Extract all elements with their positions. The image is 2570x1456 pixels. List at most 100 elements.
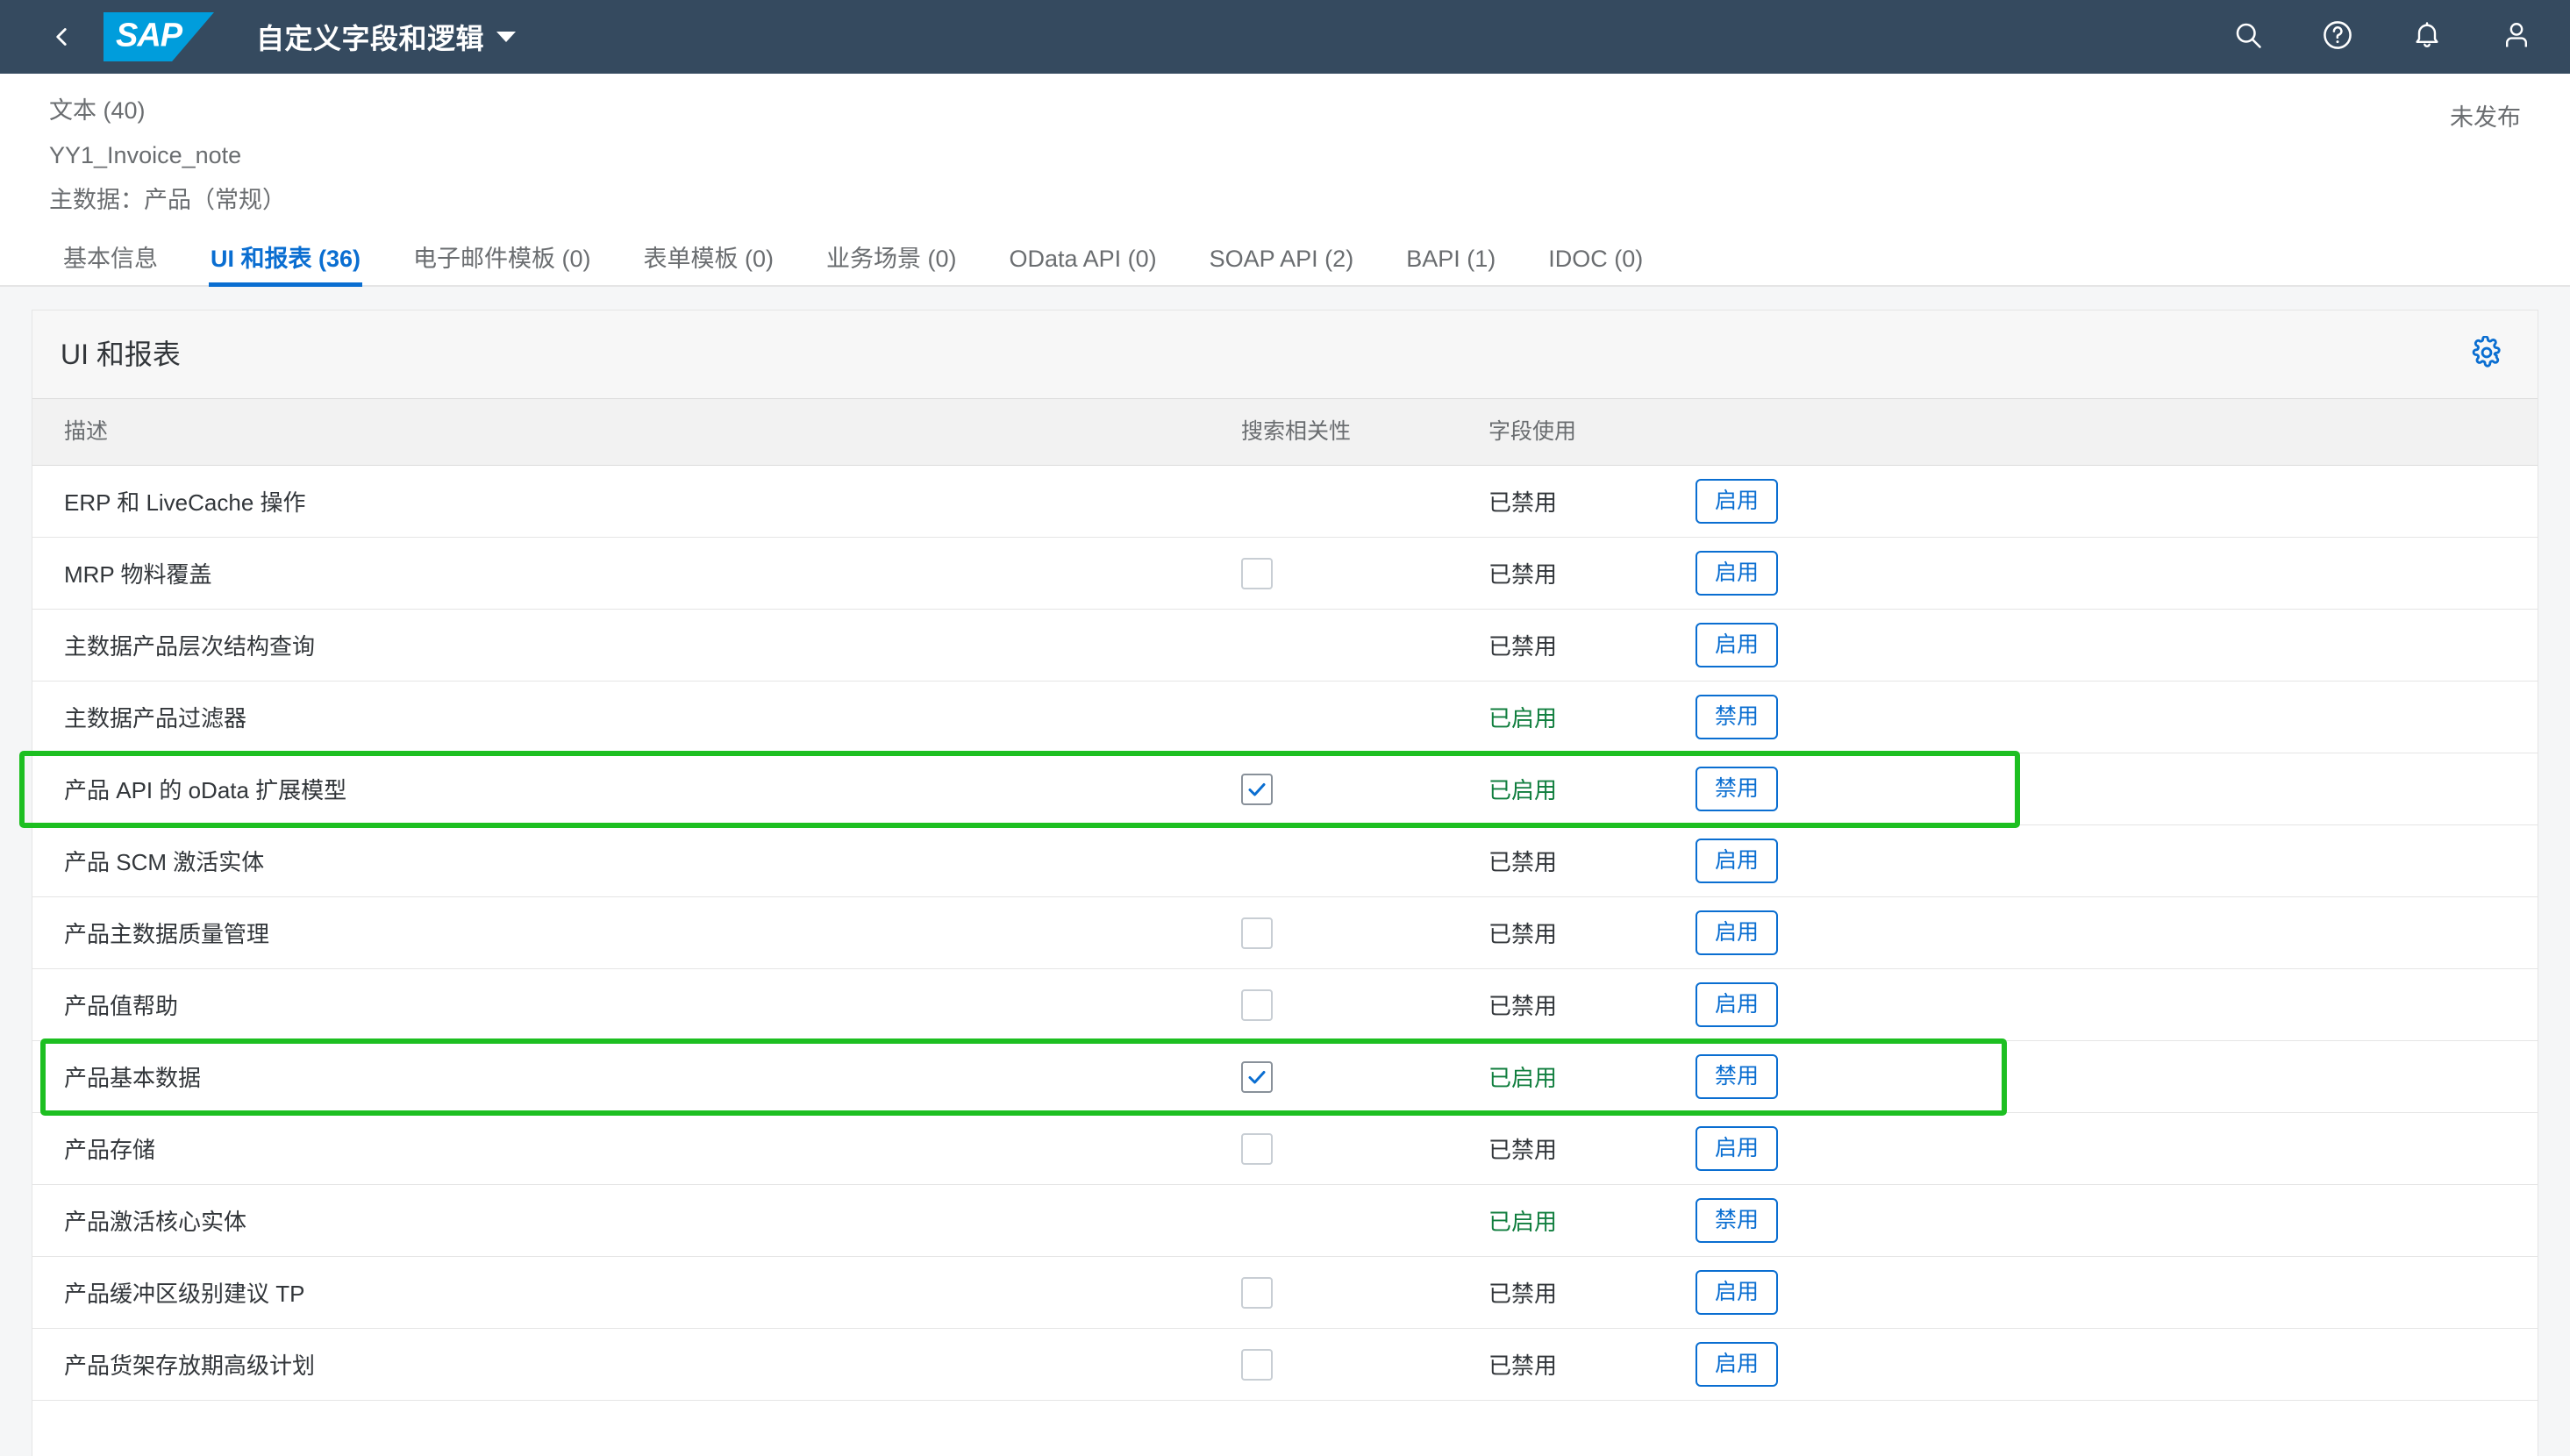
toggle-field-usage-button[interactable]: 禁用	[1695, 1198, 1779, 1244]
content-area: UI 和报表 描述 搜索相关性 字段使用 ERP 和 LiveCache 操作已…	[0, 287, 2570, 1456]
cell-search-relevance	[1199, 1060, 1488, 1093]
toggle-field-usage-button[interactable]: 启用	[1695, 910, 1779, 956]
toggle-field-usage-button[interactable]: 启用	[1695, 623, 1779, 668]
tab-form-template[interactable]: 表单模板 (0)	[618, 247, 801, 285]
table-row[interactable]: 产品存储 已禁用 启用	[32, 1113, 2538, 1186]
column-header-description[interactable]: 描述	[32, 421, 1199, 443]
tab-bapi[interactable]: BAPI (1)	[1380, 247, 1522, 285]
cell-field-usage: 已禁用	[1488, 921, 1558, 948]
cell-action: 启用	[1673, 623, 2538, 668]
cell-field-usage: 已启用	[1488, 777, 1558, 804]
cell-search-relevance	[1199, 917, 1488, 949]
cell-action: 禁用	[1673, 695, 2538, 740]
object-page-header: 文本 (40) YY1_Invoice_note 主数据：产品（常规） 未发布	[0, 74, 2570, 216]
search-relevance-checkbox[interactable]	[1241, 1060, 1273, 1093]
cell-field-usage: 已启用	[1488, 705, 1558, 732]
chevron-down-icon	[496, 32, 517, 42]
cell-description: 产品主数据质量管理	[64, 921, 270, 948]
column-header-field-usage[interactable]: 字段使用	[1488, 421, 1673, 443]
table-row[interactable]: 产品缓冲区级别建议 TP 已禁用 启用	[32, 1257, 2538, 1330]
toggle-field-usage-button[interactable]: 禁用	[1695, 695, 1779, 740]
cell-action: 启用	[1673, 1342, 2538, 1388]
tab-soap-api[interactable]: SOAP API (2)	[1183, 247, 1381, 285]
table-row[interactable]: 产品主数据质量管理 已禁用 启用	[32, 897, 2538, 970]
toggle-field-usage-button[interactable]: 禁用	[1695, 767, 1779, 812]
table-row[interactable]: 产品基本数据 已启用 禁用	[32, 1041, 2538, 1114]
field-type-line: 文本 (40)	[49, 97, 146, 124]
cell-search-relevance	[1199, 1132, 1488, 1165]
cell-search-relevance	[1199, 557, 1488, 589]
tab-basic-info[interactable]: 基本信息	[37, 247, 184, 285]
cell-action: 禁用	[1673, 1054, 2538, 1100]
tab-ui-and-reports[interactable]: UI 和报表 (36)	[184, 247, 387, 288]
panel-header: UI 和报表	[32, 310, 2538, 400]
help-button[interactable]	[2316, 15, 2359, 59]
cell-description: 主数据产品过滤器	[64, 705, 247, 732]
table-row[interactable]: 产品 API 的 oData 扩展模型 已启用 禁用	[32, 753, 2538, 826]
column-header-search-relevance[interactable]: 搜索相关性	[1199, 421, 1488, 443]
cell-action: 启用	[1673, 982, 2538, 1028]
cell-description: 产品 API 的 oData 扩展模型	[64, 777, 347, 804]
table-row[interactable]: 产品 SCM 激活实体 已禁用 启用	[32, 825, 2538, 898]
cell-description: 产品 SCM 激活实体	[64, 849, 265, 876]
table-row[interactable]: 产品值帮助 已禁用 启用	[32, 969, 2538, 1042]
cell-action: 启用	[1673, 910, 2538, 956]
cell-action: 禁用	[1673, 767, 2538, 812]
help-icon	[2321, 18, 2354, 56]
tab-email-template[interactable]: 电子邮件模板 (0)	[387, 247, 618, 285]
ui-reports-table: 描述 搜索相关性 字段使用 ERP 和 LiveCache 操作 已禁用 启用 MRP…	[32, 399, 2538, 1456]
search-relevance-checkbox[interactable]	[1241, 1276, 1273, 1309]
cell-action: 启用	[1673, 479, 2538, 525]
cell-description: 产品激活核心实体	[64, 1209, 247, 1236]
search-relevance-checkbox[interactable]	[1241, 917, 1273, 949]
table-row[interactable]: 主数据产品过滤器 已启用 禁用	[32, 682, 2538, 754]
table-settings-button[interactable]	[2464, 332, 2509, 377]
back-button[interactable]	[39, 14, 84, 60]
toggle-field-usage-button[interactable]: 启用	[1695, 982, 1779, 1028]
toggle-field-usage-button[interactable]: 禁用	[1695, 1054, 1779, 1100]
search-button[interactable]	[2226, 15, 2270, 59]
search-relevance-checkbox[interactable]	[1241, 1348, 1273, 1381]
cell-search-relevance	[1199, 1276, 1488, 1309]
toggle-field-usage-button[interactable]: 启用	[1695, 1342, 1779, 1388]
toggle-field-usage-button[interactable]: 启用	[1695, 479, 1779, 525]
cell-action: 启用	[1673, 551, 2538, 596]
table-row[interactable]: 产品货架存放期高级计划 已禁用 启用	[32, 1329, 2538, 1402]
cell-description: ERP 和 LiveCache 操作	[64, 489, 306, 517]
search-relevance-checkbox[interactable]	[1241, 557, 1273, 589]
cell-field-usage: 已禁用	[1488, 1137, 1558, 1164]
toggle-field-usage-button[interactable]: 启用	[1695, 1126, 1779, 1172]
tab-business-scenario[interactable]: 业务场景 (0)	[800, 247, 983, 285]
table-header-row: 描述 搜索相关性 字段使用	[32, 399, 2538, 467]
bell-icon	[2411, 19, 2443, 55]
app-title-menu[interactable]: 自定义字段和逻辑	[256, 17, 517, 57]
cell-action: 启用	[1673, 1270, 2538, 1316]
cell-action: 禁用	[1673, 1198, 2538, 1244]
user-button[interactable]	[2495, 15, 2538, 59]
shell-header: SAP 自定义字段和逻辑	[0, 0, 2570, 74]
search-icon	[2232, 19, 2264, 55]
toggle-field-usage-button[interactable]: 启用	[1695, 551, 1779, 596]
toggle-field-usage-button[interactable]: 启用	[1695, 839, 1779, 884]
tab-odata-api[interactable]: OData API (0)	[983, 247, 1183, 285]
search-relevance-checkbox[interactable]	[1241, 989, 1273, 1021]
sap-logo-text: SAP	[116, 17, 182, 54]
table-row[interactable]: ERP 和 LiveCache 操作 已禁用 启用	[32, 466, 2538, 539]
cell-search-relevance	[1199, 773, 1488, 805]
user-icon	[2501, 19, 2532, 55]
app-title: 自定义字段和逻辑	[256, 23, 485, 54]
table-row[interactable]: 主数据产品层次结构查询 已禁用 启用	[32, 610, 2538, 682]
cell-field-usage: 已禁用	[1488, 561, 1558, 589]
notifications-button[interactable]	[2405, 15, 2449, 59]
cell-field-usage: 已禁用	[1488, 993, 1558, 1020]
cell-description: MRP 物料覆盖	[64, 561, 212, 589]
search-relevance-checkbox[interactable]	[1241, 1132, 1273, 1165]
cell-action: 启用	[1673, 839, 2538, 884]
tab-idoc[interactable]: IDOC (0)	[1522, 247, 1669, 285]
toggle-field-usage-button[interactable]: 启用	[1695, 1270, 1779, 1316]
sap-logo[interactable]: SAP	[104, 12, 214, 61]
gear-icon	[2470, 335, 2503, 374]
table-row[interactable]: MRP 物料覆盖 已禁用 启用	[32, 538, 2538, 610]
table-row[interactable]: 产品激活核心实体 已启用 禁用	[32, 1185, 2538, 1258]
search-relevance-checkbox[interactable]	[1241, 773, 1273, 805]
